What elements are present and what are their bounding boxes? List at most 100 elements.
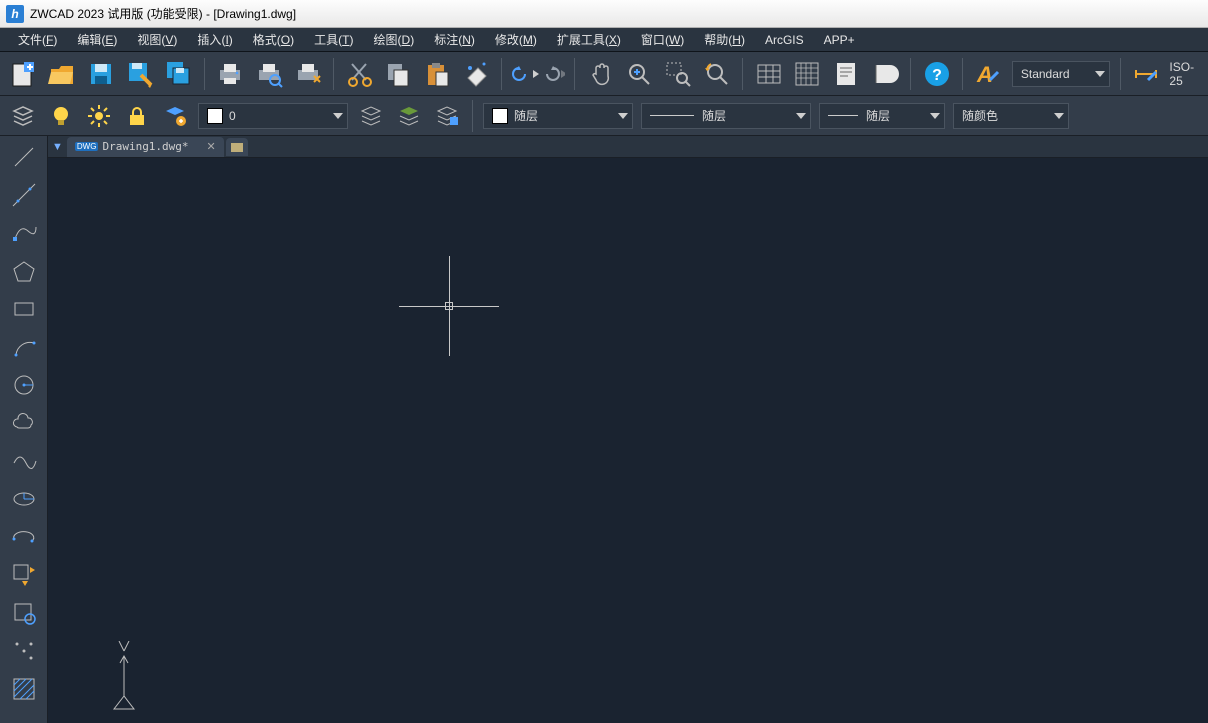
menu-view[interactable]: 视图(V) xyxy=(127,28,187,51)
zoom-realtime-button[interactable] xyxy=(622,55,657,93)
undo-redo-button[interactable] xyxy=(510,55,566,93)
text-style-dropdown[interactable]: Standard xyxy=(1012,61,1110,87)
polygon-icon xyxy=(10,257,38,285)
layer-dropdown[interactable]: 0 xyxy=(198,103,348,129)
tool-make-block[interactable] xyxy=(5,596,43,630)
layer-on-button[interactable] xyxy=(44,99,78,133)
menu-arcgis[interactable]: ArcGIS xyxy=(755,30,814,50)
linestyle-dropdown[interactable]: 随层 xyxy=(819,103,945,129)
menu-express[interactable]: 扩展工具(X) xyxy=(547,28,631,51)
menu-file[interactable]: 文件(F) xyxy=(8,28,67,51)
tool-line[interactable] xyxy=(5,140,43,174)
tool-revcloud[interactable] xyxy=(5,406,43,440)
tool-polygon[interactable] xyxy=(5,254,43,288)
plot-button[interactable] xyxy=(290,55,325,93)
plot-batch-icon xyxy=(294,60,322,88)
menu-tools[interactable]: 工具(T) xyxy=(304,28,363,51)
save-button[interactable] xyxy=(84,55,119,93)
ucs-icon xyxy=(112,641,162,711)
open-button[interactable] xyxy=(45,55,80,93)
dimension-style-button[interactable] xyxy=(1129,55,1164,93)
save-all-button[interactable] xyxy=(161,55,196,93)
new-tab-button[interactable] xyxy=(226,138,248,156)
svg-text:A: A xyxy=(976,62,993,87)
menu-app-plus[interactable]: APP+ xyxy=(814,30,865,50)
table-button[interactable] xyxy=(751,55,786,93)
lightbulb-icon xyxy=(48,103,74,129)
document-tab-active[interactable]: DWG Drawing1.dwg* ✕ xyxy=(67,137,224,157)
close-icon[interactable]: ✕ xyxy=(207,140,216,153)
drawing-canvas[interactable] xyxy=(48,158,1208,723)
layer-walk-button[interactable] xyxy=(430,99,464,133)
menu-format[interactable]: 格式(O) xyxy=(243,28,304,51)
tool-insert-block[interactable] xyxy=(5,558,43,592)
lineweight-value: 随层 xyxy=(702,107,726,124)
separator xyxy=(472,100,473,132)
save-as-button[interactable] xyxy=(122,55,157,93)
cut-button[interactable] xyxy=(342,55,377,93)
chevron-down-icon xyxy=(796,113,806,119)
zoom-previous-button[interactable] xyxy=(700,55,735,93)
print-preview-button[interactable] xyxy=(252,55,287,93)
scissors-icon xyxy=(346,60,374,88)
text-style-button[interactable]: A xyxy=(971,55,1006,93)
print-button[interactable] xyxy=(213,55,248,93)
menu-help[interactable]: 帮助(H) xyxy=(694,28,755,51)
layer-states-button[interactable] xyxy=(158,99,192,133)
properties-button[interactable] xyxy=(829,55,864,93)
eraser-button[interactable] xyxy=(459,55,494,93)
tool-rectangle[interactable] xyxy=(5,292,43,326)
circle-icon xyxy=(10,371,38,399)
paste-button[interactable] xyxy=(420,55,455,93)
menu-edit[interactable]: 编辑(E) xyxy=(67,28,127,51)
linetype-dropdown[interactable]: 随层 xyxy=(483,103,633,129)
pan-button[interactable] xyxy=(583,55,618,93)
separator xyxy=(333,58,334,90)
layer-iso-button[interactable] xyxy=(392,99,426,133)
properties-toolbar: 0 随层 随层 随层 随颜色 xyxy=(0,96,1208,136)
sun-icon xyxy=(86,103,112,129)
tool-ellipse[interactable] xyxy=(5,482,43,516)
zoom-window-icon xyxy=(664,60,692,88)
tool-xline[interactable] xyxy=(5,178,43,212)
menu-window[interactable]: 窗口(W) xyxy=(631,28,694,51)
layer-previous-button[interactable] xyxy=(354,99,388,133)
spreadsheet-button[interactable] xyxy=(790,55,825,93)
layers-iso-icon xyxy=(396,103,422,129)
tool-point[interactable] xyxy=(5,634,43,668)
zoom-icon xyxy=(625,60,653,88)
zoom-window-button[interactable] xyxy=(661,55,696,93)
menu-insert[interactable]: 插入(I) xyxy=(187,28,242,51)
menu-dimension[interactable]: 标注(N) xyxy=(424,28,485,51)
color-dropdown[interactable]: 随颜色 xyxy=(953,103,1069,129)
layer-freeze-button[interactable] xyxy=(82,99,116,133)
sheet-set-button[interactable] xyxy=(868,55,903,93)
menu-modify[interactable]: 修改(M) xyxy=(485,28,547,51)
text-style-value: Standard xyxy=(1021,67,1070,81)
tool-arc[interactable] xyxy=(5,330,43,364)
hatch-icon xyxy=(10,675,38,703)
dim-style-icon xyxy=(1132,60,1160,88)
tool-hatch[interactable] xyxy=(5,672,43,706)
help-button[interactable]: ? xyxy=(919,55,954,93)
separator xyxy=(204,58,205,90)
tab-list-handle[interactable]: ▼ xyxy=(52,141,63,153)
layer-lock-button[interactable] xyxy=(120,99,154,133)
line-sample-icon xyxy=(828,115,858,116)
tool-polyline[interactable] xyxy=(5,216,43,250)
lock-icon xyxy=(124,103,150,129)
dwg-badge-icon: DWG xyxy=(75,142,99,151)
copy-button[interactable] xyxy=(381,55,416,93)
folder-small-icon xyxy=(230,141,244,153)
tool-circle[interactable] xyxy=(5,368,43,402)
rectangle-icon xyxy=(10,295,38,323)
lineweight-dropdown[interactable]: 随层 xyxy=(641,103,811,129)
layer-manager-button[interactable] xyxy=(6,99,40,133)
tool-ellipse-arc[interactable] xyxy=(5,520,43,554)
menu-draw[interactable]: 绘图(D) xyxy=(364,28,425,51)
tool-spline[interactable] xyxy=(5,444,43,478)
polyline-icon xyxy=(10,219,38,247)
text-style-icon: A xyxy=(974,60,1002,88)
new-button[interactable] xyxy=(6,55,41,93)
print-preview-icon xyxy=(255,60,283,88)
